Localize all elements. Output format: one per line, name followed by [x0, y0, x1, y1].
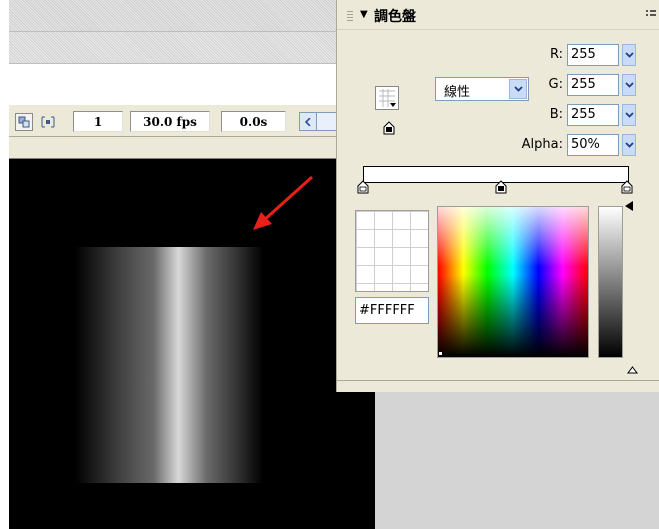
expand-triangle-icon[interactable] — [627, 366, 638, 374]
hex-color-input[interactable]: #FFFFFF — [355, 297, 429, 324]
panel-grip-icon[interactable] — [347, 10, 353, 21]
timeline-hatch — [9, 31, 344, 64]
red-input[interactable]: 255 — [567, 44, 619, 66]
fill-color-swatch[interactable] — [375, 86, 399, 110]
panel-header[interactable]: ▼ 調色盤 — [337, 0, 659, 30]
timeline-status-bar: 1 30.0 fps 0.0s — [9, 104, 344, 137]
color-preview-swatch — [355, 210, 429, 292]
gradient-stop-icon[interactable] — [357, 180, 369, 194]
panel-options-icon[interactable] — [646, 8, 656, 23]
workspace-background — [375, 392, 659, 529]
elapsed-time-field: 0.0s — [221, 111, 286, 132]
color-mixer-panel: ▼ 調色盤 線性 R: 255 G: 255 B: 255 Alpha: 50%… — [336, 0, 659, 392]
alpha-input[interactable]: 50% — [567, 134, 619, 156]
blue-input[interactable]: 255 — [567, 104, 619, 126]
red-slider-dropdown[interactable] — [622, 44, 636, 66]
fill-type-label: 線性 — [444, 85, 471, 100]
gradient-stop-icon[interactable] — [621, 180, 633, 194]
panel-bottom-edge — [337, 380, 659, 392]
chevron-down-icon[interactable] — [509, 79, 527, 99]
alpha-slider-dropdown[interactable] — [622, 134, 636, 156]
green-input[interactable]: 255 — [567, 74, 619, 96]
green-label: G: — [548, 77, 563, 92]
brightness-pointer-icon[interactable] — [625, 201, 634, 211]
blue-label: B: — [549, 107, 563, 122]
panel-title: 調色盤 — [374, 9, 416, 25]
stage[interactable] — [9, 159, 375, 529]
color-crosshair[interactable] — [439, 352, 442, 355]
onion-skin-icon[interactable] — [15, 113, 33, 131]
status-bar-spacer — [9, 137, 344, 159]
fill-type-select[interactable]: 線性 — [435, 77, 529, 101]
green-slider-dropdown[interactable] — [622, 74, 636, 96]
frame-rate-field[interactable]: 30.0 fps — [130, 111, 210, 132]
color-space-picker[interactable] — [437, 206, 589, 358]
blue-slider-dropdown[interactable] — [622, 104, 636, 126]
stage-toolbar-hatch — [9, 0, 344, 31]
gradient-rectangle-shape[interactable] — [75, 247, 263, 483]
alpha-label: Alpha: — [521, 137, 563, 152]
gradient-stop-icon[interactable] — [495, 180, 507, 194]
red-arrow-annotation — [253, 175, 314, 230]
brightness-slider[interactable] — [598, 206, 623, 358]
scroll-left-icon[interactable] — [299, 112, 317, 131]
edit-multiple-frames-icon[interactable] — [39, 113, 57, 131]
red-label: R: — [549, 47, 563, 62]
current-frame-field: 1 — [73, 111, 123, 132]
fill-pointer-icon — [383, 121, 395, 135]
collapse-triangle-icon[interactable]: ▼ — [360, 9, 368, 20]
timeline-strip[interactable] — [9, 64, 344, 104]
